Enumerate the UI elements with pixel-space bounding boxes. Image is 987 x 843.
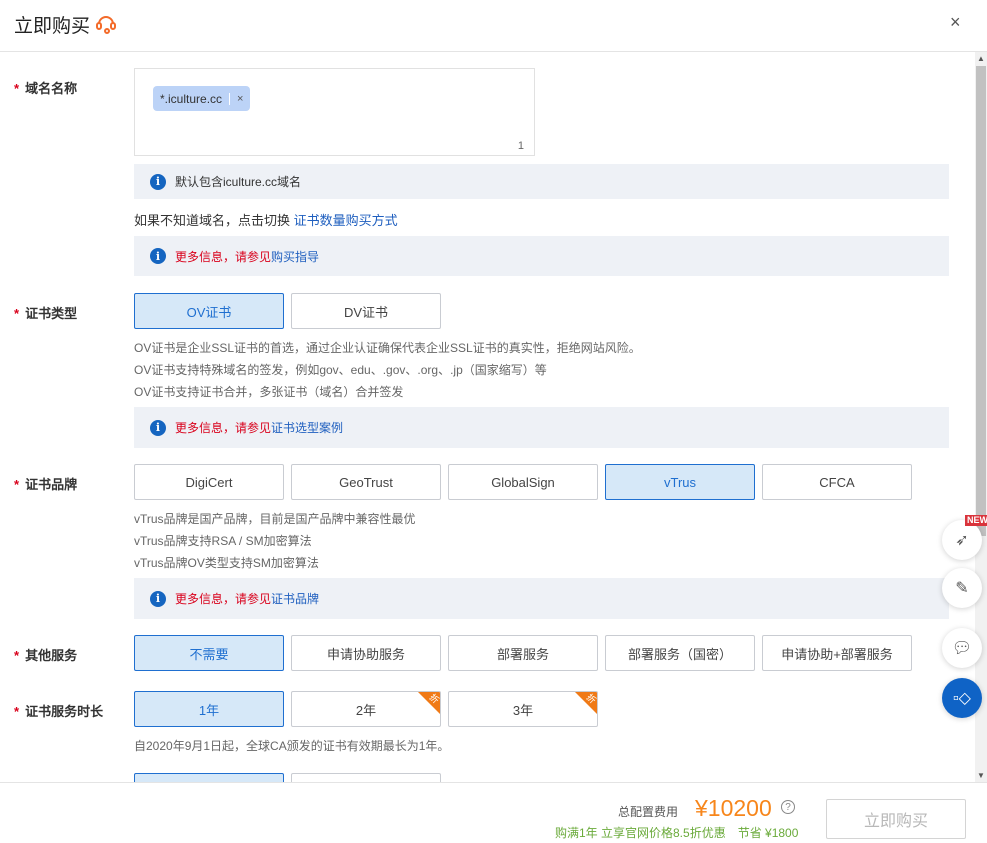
partial-option[interactable] xyxy=(134,773,284,782)
apps-icon: ▫◇ xyxy=(953,690,971,707)
switch-hint: 如果不知道域名，点击切换 证书数量购买方式 xyxy=(134,213,398,228)
cert-selection-link[interactable]: 证书选型案例 xyxy=(271,419,343,436)
desc-line: vTrus品牌是国产品牌，目前是国产品牌中兼容性最优 xyxy=(134,512,416,526)
remove-tag-icon[interactable]: × xyxy=(229,92,250,105)
duration-2y[interactable]: 2年折 xyxy=(291,691,441,727)
switch-purchase-mode-link[interactable]: 证书数量购买方式 xyxy=(294,213,398,228)
dialog-header: 立即购买 × xyxy=(0,0,987,52)
cert-type-ov[interactable]: OV证书 xyxy=(134,293,284,329)
domain-label: * 域名名称 xyxy=(14,81,78,96)
scroll-up-icon[interactable]: ▲ xyxy=(977,54,985,63)
info-icon: i xyxy=(150,590,166,607)
cert-type-info: i 更多信息， 请参见 证书选型案例 xyxy=(134,407,949,448)
buy-button[interactable]: 立即购买 xyxy=(826,799,966,839)
scroll-down-icon[interactable]: ▼ xyxy=(977,771,985,780)
apps-fab[interactable]: ▫◇ xyxy=(942,678,982,718)
service-deploy-sm[interactable]: 部署服务（国密） xyxy=(605,635,755,671)
discount-badge: 折 xyxy=(418,692,440,714)
domain-tag: *.iculture.cc × xyxy=(153,86,251,111)
duration-note: 自2020年9月1日起，全球CA颁发的证书有效期最长为1年。 xyxy=(134,739,450,753)
service-deploy[interactable]: 部署服务 xyxy=(448,635,598,671)
form-body: * 域名名称 *.iculture.cc × 1 i 默认包含iculture.cc域… xyxy=(0,52,975,782)
service-assist-deploy[interactable]: 申请协助+部署服务 xyxy=(762,635,912,671)
service-none[interactable]: 不需要 xyxy=(134,635,284,671)
desc-line: vTrus品牌OV类型支持SM加密算法 xyxy=(134,556,319,570)
info-icon: i xyxy=(150,248,166,264)
brand-label: * 证书品牌 xyxy=(14,477,78,492)
chat-fab[interactable]: 💬︎ xyxy=(942,628,982,668)
cert-type-desc: OV证书是企业SSL证书的首选，通过企业认证确保代表企业SSL证书的真实性，拒绝… xyxy=(134,337,641,403)
brand-digicert[interactable]: DigiCert xyxy=(134,464,284,500)
next-options-partial xyxy=(134,773,441,782)
scrollbar[interactable]: ▲ ▼ xyxy=(975,52,987,782)
brand-options: DigiCert GeoTrust GlobalSign vTrus CFCA xyxy=(134,464,912,500)
desc-line: OV证书支持证书合并，多张证书（域名）合并签发 xyxy=(134,385,404,399)
info-icon: i xyxy=(150,419,166,436)
duration-1y[interactable]: 1年 xyxy=(134,691,284,727)
close-button[interactable]: × xyxy=(950,12,961,33)
feedback-fab[interactable]: ➶ xyxy=(942,520,982,560)
partial-option[interactable] xyxy=(291,773,441,782)
info-icon: i xyxy=(150,173,166,190)
total-price: ¥10200 xyxy=(695,795,772,821)
desc-line: OV证书是企业SSL证书的首选，通过企业认证确保代表企业SSL证书的真实性，拒绝… xyxy=(134,341,641,355)
help-icon[interactable]: ? xyxy=(781,800,795,814)
cert-type-options: OV证书 DV证书 xyxy=(134,293,441,329)
total-label: 总配置费用 xyxy=(617,805,678,819)
promo-text: 购满1年 立享官网价格8.5折优惠 节省 ¥1800 xyxy=(555,826,799,840)
service-apply-assist[interactable]: 申请协助服务 xyxy=(291,635,441,671)
chat-icon: 💬︎ xyxy=(951,640,973,657)
scrollbar-thumb[interactable] xyxy=(976,66,986,536)
brand-geotrust[interactable]: GeoTrust xyxy=(291,464,441,500)
purchase-guide-info: i 更多信息， 请参见 购买指导 xyxy=(134,236,949,276)
desc-line: OV证书支持特殊域名的签发，例如gov、edu、.gov、.org、.jp（国家… xyxy=(134,363,547,377)
brand-link[interactable]: 证书品牌 xyxy=(271,590,319,607)
discount-badge: 折 xyxy=(575,692,597,714)
new-badge: NEW xyxy=(965,515,987,526)
cert-type-label: * 证书类型 xyxy=(14,306,78,321)
service-label: * 其他服务 xyxy=(14,648,78,663)
dialog-title: 立即购买 xyxy=(14,16,91,37)
pencil-icon: ✎ xyxy=(955,580,969,597)
headset-icon[interactable] xyxy=(95,12,117,34)
desc-line: vTrus品牌支持RSA / SM加密算法 xyxy=(134,534,312,548)
duration-3y[interactable]: 3年折 xyxy=(448,691,598,727)
cert-type-dv[interactable]: DV证书 xyxy=(291,293,441,329)
brand-cfca[interactable]: CFCA xyxy=(762,464,912,500)
brand-globalsign[interactable]: GlobalSign xyxy=(448,464,598,500)
duration-label: * 证书服务时长 xyxy=(14,704,104,719)
domain-input[interactable]: *.iculture.cc × 1 xyxy=(134,68,535,156)
domain-count: 1 xyxy=(517,140,524,152)
service-options: 不需要 申请协助服务 部署服务 部署服务（国密） 申请协助+部署服务 xyxy=(134,635,912,671)
edit-fab[interactable]: ✎ xyxy=(942,568,982,608)
purchase-guide-link[interactable]: 购买指导 xyxy=(271,248,319,265)
brand-desc: vTrus品牌是国产品牌，目前是国产品牌中兼容性最优 vTrus品牌支持RSA … xyxy=(134,508,416,574)
brand-vtrus[interactable]: vTrus xyxy=(605,464,755,500)
domain-info: i 默认包含iculture.cc域名 xyxy=(134,164,949,199)
bird-icon: ➶ xyxy=(955,532,969,549)
duration-options: 1年 2年折 3年折 xyxy=(134,691,598,727)
footer: 总配置费用 ¥10200 ? 购满1年 立享官网价格8.5折优惠 节省 ¥180… xyxy=(0,782,987,843)
brand-info: i 更多信息， 请参见 证书品牌 xyxy=(134,578,949,619)
